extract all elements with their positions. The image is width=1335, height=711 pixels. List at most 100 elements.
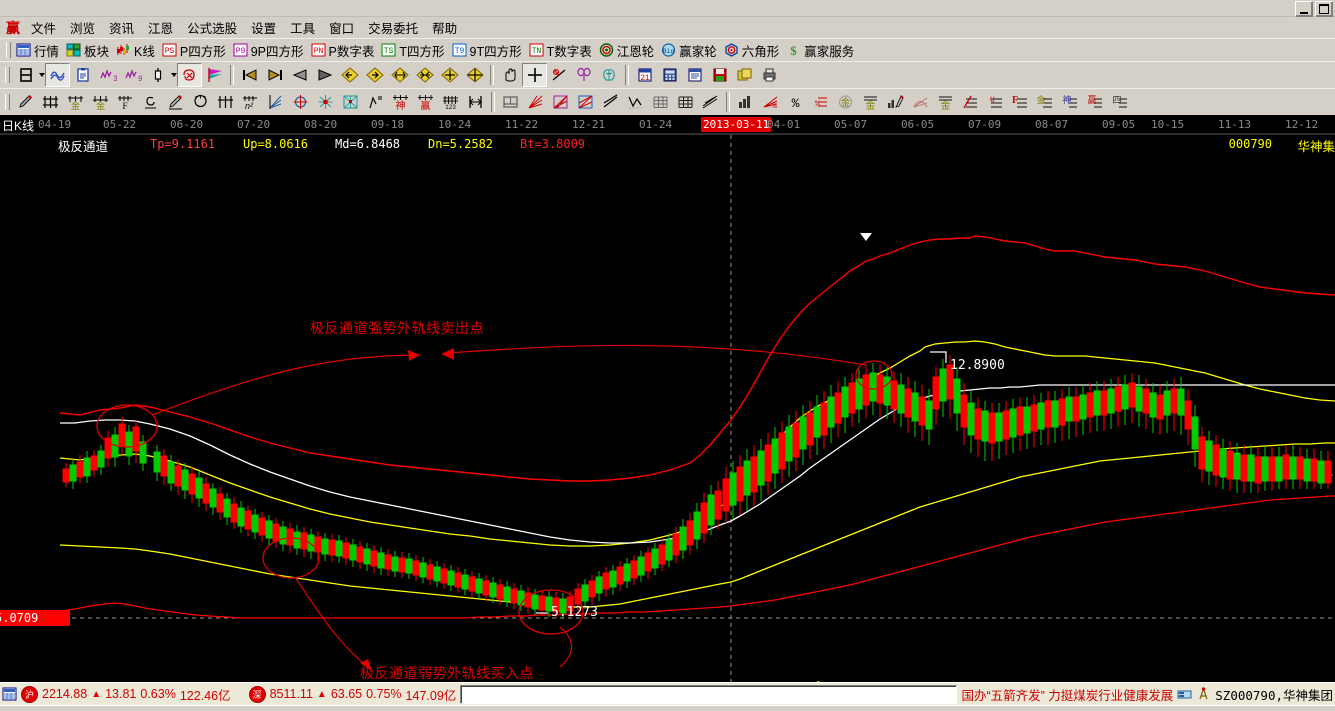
move-all-button[interactable] — [437, 63, 462, 87]
shortcut-hexagon[interactable]: 六角形 — [722, 41, 785, 60]
zigzag-line-icon[interactable] — [623, 90, 648, 114]
shortcut-9t-square[interactable]: T9 9T四方形 — [450, 41, 527, 60]
menu-news[interactable]: 资讯 — [102, 16, 141, 39]
shortcut-9p-square[interactable]: P9 9P四方形 — [231, 41, 309, 60]
status-input-box[interactable] — [460, 685, 957, 704]
panel-layout-icon[interactable] — [498, 90, 523, 114]
menu-gann[interactable]: 江恩 — [141, 16, 180, 39]
ying-lines-icon[interactable]: 赢 — [1083, 90, 1108, 114]
calculator-button[interactable] — [657, 63, 682, 87]
single-candle-button[interactable] — [145, 63, 170, 87]
gold-grid-2-icon[interactable]: 金 — [88, 90, 113, 114]
hand-pan-button[interactable] — [497, 63, 522, 87]
index-shanghai[interactable]: 沪 2214.88 ▲ 13.81 0.63% 122.46亿 — [21, 685, 231, 704]
copy-button[interactable] — [732, 63, 757, 87]
toolbar-gripper[interactable] — [6, 42, 11, 58]
f-grid-icon[interactable]: F — [113, 90, 138, 114]
shift-right-button[interactable] — [362, 63, 387, 87]
menu-formula-screen[interactable]: 公式选股 — [180, 16, 244, 39]
grid-mesh-dark-icon[interactable] — [673, 90, 698, 114]
chart-canvas[interactable]: $ — [0, 115, 1335, 682]
percent-icon[interactable]: % — [783, 90, 808, 114]
statusbar-grid-icon[interactable] — [2, 687, 17, 701]
menu-settings[interactable]: 设置 — [244, 16, 283, 39]
shrink-horizontal-button[interactable] — [412, 63, 437, 87]
two-lines-icon[interactable] — [598, 90, 623, 114]
calendar-button[interactable]: 21 — [632, 63, 657, 87]
gold-circle-icon[interactable]: 金 — [833, 90, 858, 114]
save-disk-button[interactable] — [707, 63, 732, 87]
shortcut-p-square[interactable]: PS P四方形 — [160, 41, 231, 60]
menu-help[interactable]: 帮助 — [425, 16, 464, 39]
shortcut-winner-wheel[interactable]: Big 赢家轮 — [659, 41, 722, 60]
gann-grid-icon[interactable] — [38, 90, 63, 114]
print-button[interactable] — [757, 63, 782, 87]
indicator-9-button[interactable]: 9 — [120, 63, 145, 87]
blue-fan-box-icon[interactable] — [573, 90, 598, 114]
drawing-tools-button[interactable] — [547, 63, 572, 87]
menu-window[interactable]: 窗口 — [322, 16, 361, 39]
percent-lines-icon[interactable]: % — [808, 90, 833, 114]
shortcut-t-square[interactable]: TS T四方形 — [379, 41, 449, 60]
grid-mesh-icon[interactable] — [648, 90, 673, 114]
f-lines-icon[interactable]: F — [1008, 90, 1033, 114]
fork-grid-icon[interactable] — [213, 90, 238, 114]
pen-bars-icon[interactable] — [883, 90, 908, 114]
pen-marker-icon[interactable] — [163, 90, 188, 114]
bar-compare-icon[interactable] — [733, 90, 758, 114]
network-status-icon[interactable] — [1177, 687, 1192, 701]
scroll-right-button[interactable] — [312, 63, 337, 87]
cycle-pattern-button[interactable] — [177, 63, 202, 87]
measure-span-icon[interactable] — [463, 90, 488, 114]
n-squared-icon[interactable]: n² — [238, 90, 263, 114]
shen-lines-icon[interactable]: 神 — [1058, 90, 1083, 114]
expand-horizontal-button[interactable] — [387, 63, 412, 87]
shen-grid-icon[interactable]: 神 — [388, 90, 413, 114]
menu-tools[interactable]: 工具 — [283, 16, 322, 39]
toolbar2-gripper[interactable] — [5, 67, 10, 83]
crosshair-button[interactable] — [522, 63, 547, 87]
ying-grid-icon[interactable]: 赢 — [413, 90, 438, 114]
u-lines-icon[interactable]: U — [983, 90, 1008, 114]
menu-file[interactable]: 文件 — [24, 16, 63, 39]
parallel-channel-icon[interactable] — [698, 90, 723, 114]
gold-lines-icon[interactable]: 金 — [858, 90, 883, 114]
circle-ruler-icon[interactable] — [188, 90, 213, 114]
antenna-icon[interactable] — [1196, 687, 1211, 701]
shortcut-t-number-table[interactable]: TN T数字表 — [527, 41, 597, 60]
notes-button[interactable] — [682, 63, 707, 87]
shortcut-p-number-table[interactable]: PN P数字表 — [309, 41, 380, 60]
minimize-button[interactable] — [1295, 1, 1313, 17]
shortcut-winner-service[interactable]: $ 赢家服务 — [784, 41, 859, 60]
gold-slash-lines-icon[interactable]: 金 — [1033, 90, 1058, 114]
first-page-button[interactable] — [237, 63, 262, 87]
channel-line-icon[interactable] — [363, 90, 388, 114]
fit-screen-button[interactable] — [462, 63, 487, 87]
indicator-3-button[interactable]: 3 — [95, 63, 120, 87]
si-lines-icon[interactable]: 四 — [1108, 90, 1133, 114]
toolbar3-gripper[interactable] — [5, 94, 10, 110]
layout-split-button[interactable] — [13, 63, 38, 87]
red-slash-lines-icon[interactable] — [958, 90, 983, 114]
target-circle-icon[interactable] — [288, 90, 313, 114]
red-fan-icon[interactable] — [523, 90, 548, 114]
menu-trade-order[interactable]: 交易委托 — [361, 16, 425, 39]
pen-draw-icon[interactable] — [13, 90, 38, 114]
last-page-button[interactable] — [262, 63, 287, 87]
restore-button[interactable] — [1315, 1, 1333, 17]
shift-left-button[interactable] — [337, 63, 362, 87]
fan-flag-button[interactable] — [202, 63, 227, 87]
brain-analysis-button[interactable] — [597, 63, 622, 87]
gold-fan-icon[interactable]: 金 — [933, 90, 958, 114]
menu-browse[interactable]: 浏览 — [63, 16, 102, 39]
index-shenzhen[interactable]: 深 8511.11 ▲ 63.65 0.75% 147.09亿 — [249, 685, 457, 704]
shortcut-sectors[interactable]: 板块 — [64, 41, 114, 60]
box-star-icon[interactable] — [338, 90, 363, 114]
scroll-left-button[interactable] — [287, 63, 312, 87]
shortcut-kline[interactable]: K线 — [114, 41, 160, 60]
gold-grid-1-icon[interactable]: 金 — [63, 90, 88, 114]
shortcut-quotes[interactable]: 行情 — [14, 41, 64, 60]
pattern-flower-button[interactable] — [572, 63, 597, 87]
spiral-icon[interactable] — [138, 90, 163, 114]
report-clipboard-button[interactable] — [70, 63, 95, 87]
